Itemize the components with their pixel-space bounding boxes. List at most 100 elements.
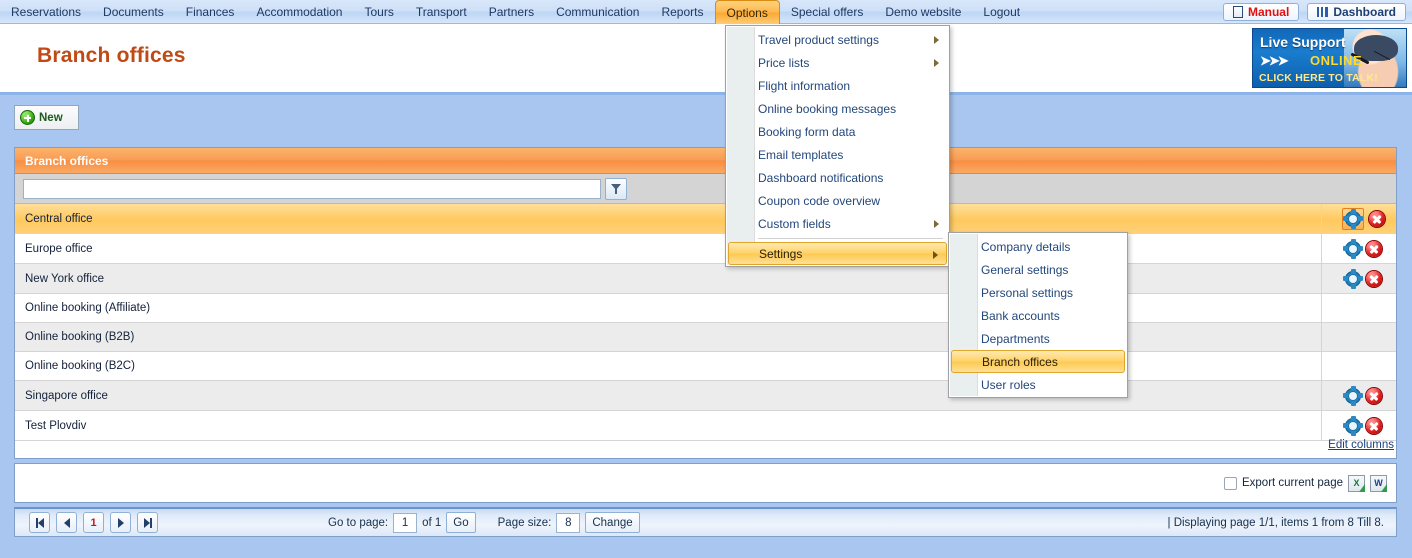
chevron-right-icon bbox=[934, 36, 939, 44]
menu-item-finances[interactable]: Finances bbox=[175, 0, 246, 24]
menu-item-label: General settings bbox=[981, 262, 1069, 277]
branch-name-cell: Test Plovdiv bbox=[15, 410, 1321, 441]
table-row[interactable]: Test Plovdiv bbox=[15, 410, 1397, 441]
goto-page-input[interactable]: 1 bbox=[393, 512, 418, 533]
menu-item-departments[interactable]: Departments bbox=[949, 327, 1127, 350]
export-current-page-checkbox[interactable] bbox=[1223, 476, 1237, 490]
table-row[interactable]: Singapore office bbox=[15, 380, 1396, 411]
pager-status-text: | Displaying page 1/1, items 1 from 8 Ti… bbox=[1167, 516, 1384, 529]
document-icon bbox=[1232, 5, 1243, 18]
menu-item-coupon-code-overview[interactable]: Coupon code overview bbox=[726, 189, 949, 212]
settings-gear-icon[interactable] bbox=[1343, 238, 1364, 259]
menu-item-travel-product-settings[interactable]: Travel product settings bbox=[726, 28, 949, 51]
last-page-button[interactable] bbox=[137, 512, 158, 533]
filter-input[interactable] bbox=[23, 178, 601, 199]
menu-item-demo-website[interactable]: Demo website bbox=[874, 0, 972, 24]
live-support-banner[interactable]: Live Support ➤➤➤ ONLINE CLICK HERE TO TA… bbox=[1252, 28, 1407, 88]
menu-item-transport[interactable]: Transport bbox=[405, 0, 478, 24]
table-row[interactable]: Online booking (B2B) bbox=[15, 322, 1396, 352]
new-button-label: New bbox=[39, 111, 63, 124]
page-header: Branch offices Live Support ➤➤➤ ONLINE C… bbox=[0, 24, 1412, 95]
menu-item-personal-settings[interactable]: Personal settings bbox=[949, 281, 1127, 304]
menu-item-documents[interactable]: Documents bbox=[92, 0, 175, 24]
change-button[interactable]: Change bbox=[585, 512, 640, 533]
chevron-right-icon bbox=[933, 251, 938, 259]
menu-item-label: Personal settings bbox=[981, 285, 1074, 300]
settings-gear-icon[interactable] bbox=[1343, 208, 1364, 229]
menu-item-tours[interactable]: Tours bbox=[353, 0, 404, 24]
page-size-input[interactable]: 8 bbox=[556, 512, 581, 533]
menu-item-special-offers[interactable]: Special offers bbox=[780, 0, 875, 24]
menu-item-accommodation[interactable]: Accommodation bbox=[245, 0, 353, 24]
table-row[interactable]: New York office bbox=[15, 263, 1397, 294]
menu-item-options[interactable]: Options bbox=[714, 0, 780, 24]
delete-icon[interactable] bbox=[1366, 270, 1383, 287]
settings-gear-icon[interactable] bbox=[1343, 415, 1364, 436]
settings-gear-icon[interactable] bbox=[1343, 385, 1364, 406]
action-icons bbox=[1332, 411, 1397, 440]
next-page-button[interactable] bbox=[110, 512, 131, 533]
menu-item-communication[interactable]: Communication bbox=[545, 0, 650, 24]
live-support-title: Live Support bbox=[1260, 34, 1346, 50]
delete-icon[interactable] bbox=[1366, 387, 1383, 404]
menu-item-branch-offices[interactable]: Branch offices bbox=[951, 350, 1125, 373]
manual-button[interactable]: Manual bbox=[1222, 2, 1300, 21]
menu-item-label: Custom fields bbox=[758, 216, 831, 231]
menu-right-group: Manual Dashboard bbox=[1222, 0, 1412, 23]
menu-item-online-booking-messages[interactable]: Online booking messages bbox=[726, 97, 949, 120]
edit-columns-link[interactable]: Edit columns bbox=[1328, 439, 1394, 451]
dashboard-button[interactable]: Dashboard bbox=[1307, 2, 1406, 21]
delete-icon[interactable] bbox=[1366, 417, 1383, 434]
row-actions-cell bbox=[1320, 293, 1396, 323]
go-button[interactable]: Go bbox=[446, 512, 476, 533]
menu-item-bank-accounts[interactable]: Bank accounts bbox=[949, 304, 1127, 327]
menu-item-price-lists[interactable]: Price lists bbox=[726, 51, 949, 74]
delete-icon[interactable] bbox=[1366, 240, 1383, 257]
action-icons bbox=[1332, 264, 1397, 293]
menu-item-custom-fields[interactable]: Custom fields bbox=[726, 212, 949, 235]
export-word-icon[interactable]: W bbox=[1370, 474, 1387, 492]
filter-button[interactable] bbox=[605, 177, 627, 200]
menu-item-company-details[interactable]: Company details bbox=[949, 235, 1127, 258]
menu-item-label: Coupon code overview bbox=[758, 193, 881, 208]
menu-item-label: Flight information bbox=[758, 78, 851, 93]
arrow-prev-icon bbox=[63, 517, 70, 528]
menu-item-general-settings[interactable]: General settings bbox=[949, 258, 1127, 281]
menu-item-settings[interactable]: Settings bbox=[728, 242, 947, 265]
row-actions-cell bbox=[1320, 322, 1396, 352]
menu-item-label: Settings bbox=[759, 246, 803, 261]
menu-item-dashboard-notifications[interactable]: Dashboard notifications bbox=[726, 166, 949, 189]
chevron-right-icon bbox=[934, 220, 939, 228]
menu-item-flight-information[interactable]: Flight information bbox=[726, 74, 949, 97]
menu-item-user-roles[interactable]: User roles bbox=[949, 373, 1127, 396]
settings-submenu: Company details General settings Personal … bbox=[948, 232, 1128, 398]
menu-item-booking-form-data[interactable]: Booking form data bbox=[726, 120, 949, 143]
page-title: Branch offices bbox=[37, 44, 186, 67]
previous-page-button[interactable] bbox=[56, 512, 77, 533]
menu-item-label: Departments bbox=[981, 331, 1050, 346]
table-row[interactable]: Online booking (B2C) bbox=[15, 351, 1396, 381]
menu-item-label: Email templates bbox=[758, 147, 844, 162]
delete-icon[interactable] bbox=[1369, 210, 1386, 227]
menu-item-reservations[interactable]: Reservations bbox=[0, 0, 92, 24]
table-row[interactable]: Central office bbox=[15, 204, 1396, 234]
gear-hub bbox=[1349, 214, 1358, 223]
menu-item-email-templates[interactable]: Email templates bbox=[726, 143, 949, 166]
live-support-status: ONLINE bbox=[1310, 53, 1363, 68]
row-actions-cell bbox=[1320, 351, 1396, 381]
bar-right bbox=[149, 517, 152, 528]
export-excel-icon[interactable]: X bbox=[1348, 474, 1365, 492]
current-page-button[interactable]: 1 bbox=[83, 512, 104, 533]
menu-item-reports[interactable]: Reports bbox=[650, 0, 714, 24]
options-dropdown-menu: Travel product settings Price lists Flight… bbox=[725, 25, 950, 267]
new-button[interactable]: New bbox=[14, 105, 79, 130]
first-page-button[interactable] bbox=[29, 512, 50, 533]
table-row[interactable]: Europe office bbox=[15, 233, 1396, 264]
export-panel: Export current page X W bbox=[14, 463, 1397, 503]
settings-gear-button[interactable] bbox=[1342, 207, 1365, 230]
content-area: New Branch offices Central office Europe … bbox=[0, 98, 1412, 558]
table-row[interactable]: Online booking (Affiliate) bbox=[15, 293, 1396, 323]
settings-gear-icon[interactable] bbox=[1343, 268, 1364, 289]
menu-item-logout[interactable]: Logout bbox=[972, 0, 1031, 24]
menu-item-partners[interactable]: Partners bbox=[478, 0, 545, 24]
